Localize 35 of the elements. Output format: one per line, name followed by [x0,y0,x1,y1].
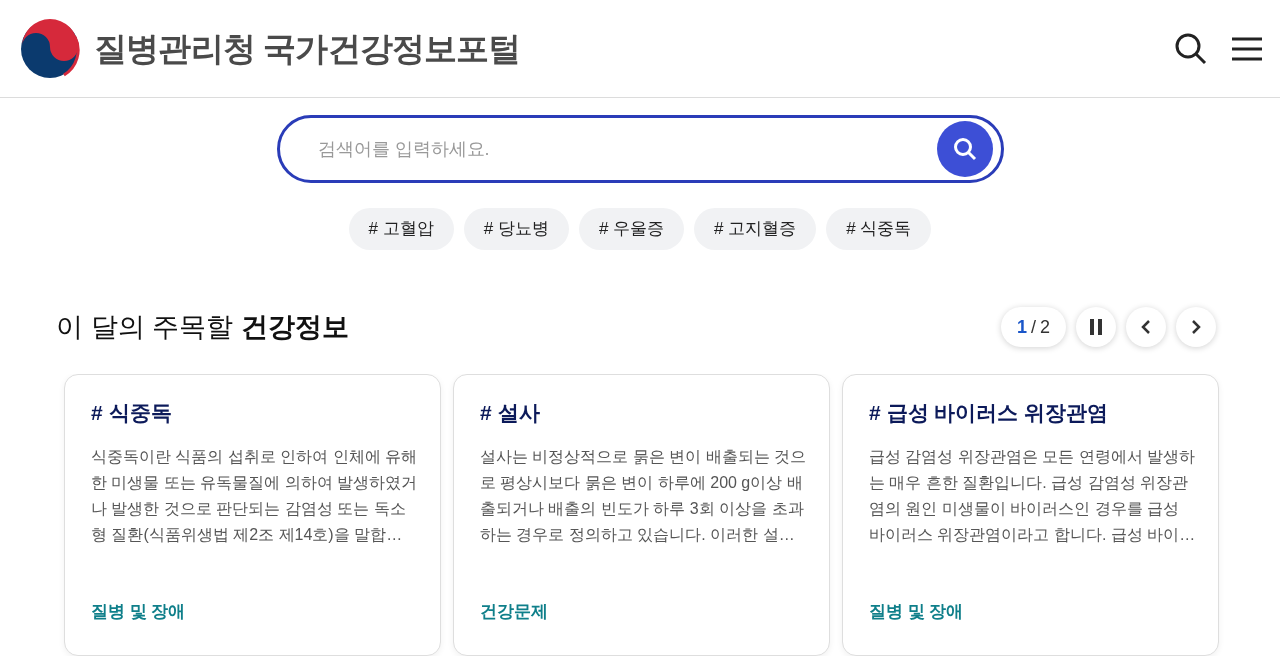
card-description: 식중독이란 식품의 섭취로 인하여 인체에 유해한 미생물 또는 유독물질에 의하여 발생하였거나 발생한 것으로 판단되는 감염성 또는 독소형 질환(식품위생법 제2조 제14호)을 말합… [91,447,418,545]
category-label: 건강문제 [480,601,549,623]
search-field[interactable]: 검색어를 입력하세요. [317,135,937,163]
page-separator: / [1030,315,1036,339]
pause-icon [1089,319,1103,336]
menu-icon[interactable] [1232,36,1262,61]
card-title: # 식중독 [91,399,173,426]
hashtag-chip[interactable]: # 식중독 [826,208,932,250]
card-title: # 설사 [480,399,541,426]
info-card[interactable]: # 식중독 식중독이란 식품의 섭취로 인하여 인체에 유해한 미생물 또는 유독물질에 의하여 발생하였거나 발생한 것으로 판단되는 감염성 또는 독소형 질환(식품위생법 제2조 제14호)을 말합… 질병 및 장애 [64,373,441,656]
search-icon [952,137,977,161]
chevron-left-icon [1141,319,1151,336]
hashtag-chip[interactable]: # 고지혈증 [694,208,817,250]
pause-button[interactable] [1076,307,1116,348]
total-pages: 2 [1040,315,1050,339]
search-bar[interactable]: 검색어를 입력하세요. [276,115,1004,183]
current-page: 1 [1016,315,1027,339]
card-title: # 급성 바이러스 위장관염 [869,399,1110,426]
hashtag-chip[interactable]: # 당뇨병 [463,208,569,250]
card-description: 설사는 비정상적으로 묽은 변이 배출되는 것으로 평상시보다 묽은 변이 하루에 200 g이상 배출되거나 배출의 빈도가 하루 3회 이상을 초과하는 경우로 정의하고 있습니다. 이러한 설… [480,447,807,545]
next-button[interactable] [1176,307,1216,348]
section-title: 이 달의 주목할 건강정보 [56,311,349,344]
emblem-logo-icon [20,18,80,79]
hashtag-chip[interactable]: # 우울증 [578,208,685,250]
category-label: 질병 및 장애 [869,601,965,623]
info-card[interactable]: # 설사 설사는 비정상적으로 묽은 변이 배출되는 것으로 평상시보다 묽은 변이 하루에 200 g이상 배출되거나 배출의 빈도가 하루 3회 이상을 초과하는 경우로 정의하고 있습니다. 이러한 설… 건강문제 [453,373,830,656]
search-button[interactable] [936,121,993,177]
hashtag-chip[interactable]: # 고혈압 [348,208,454,250]
info-card[interactable]: # 급성 바이러스 위장관염 급성 감염성 위장관염은 모든 연령에서 발생하는 매우 흔한 질환입니다. 급성 감염성 위장관염의 원인 미생물이 바이러스인 경우를 급성 바이러스 위장관염이라고 합니다. 급성 바이… 질병 및 장애 [842,373,1219,656]
category-label: 질병 및 장애 [91,601,187,623]
previous-button[interactable] [1126,307,1166,348]
card-description: 급성 감염성 위장관염은 모든 연령에서 발생하는 매우 흔한 질환입니다. 급성 감염성 위장관염의 원인 미생물이 바이러스인 경우를 급성 바이러스 위장관염이라고 합니다. 급성 바이… [869,447,1196,545]
chevron-right-icon [1191,319,1201,336]
search-icon[interactable] [1174,31,1208,66]
site-title[interactable]: 질병관리청 국가건강정보포털 [94,23,521,74]
